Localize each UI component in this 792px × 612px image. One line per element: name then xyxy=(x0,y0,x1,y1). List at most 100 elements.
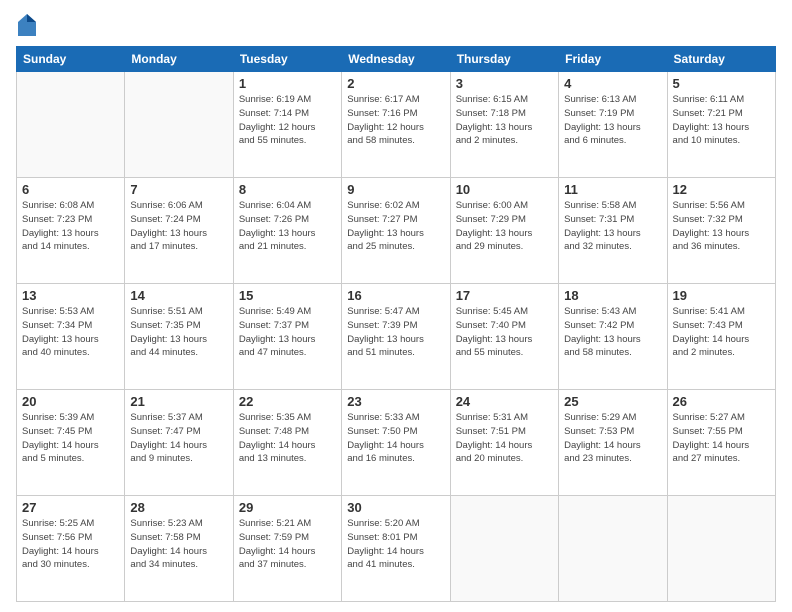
day-info-line: Sunrise: 5:53 AM xyxy=(22,305,119,319)
day-info-line: Sunrise: 6:02 AM xyxy=(347,199,444,213)
calendar-day-cell: 5Sunrise: 6:11 AMSunset: 7:21 PMDaylight… xyxy=(667,72,775,178)
day-number: 7 xyxy=(130,182,227,197)
calendar-day-cell: 28Sunrise: 5:23 AMSunset: 7:58 PMDayligh… xyxy=(125,496,233,602)
day-number: 25 xyxy=(564,394,661,409)
calendar-day-cell: 13Sunrise: 5:53 AMSunset: 7:34 PMDayligh… xyxy=(17,284,125,390)
day-info-line: Sunrise: 6:08 AM xyxy=(22,199,119,213)
day-info-line: Daylight: 14 hours xyxy=(130,439,227,453)
day-info-line: Sunrise: 5:58 AM xyxy=(564,199,661,213)
day-number: 8 xyxy=(239,182,336,197)
day-info-line: and 58 minutes. xyxy=(564,346,661,360)
day-info-line: Sunrise: 6:06 AM xyxy=(130,199,227,213)
day-info-line: Sunrise: 5:20 AM xyxy=(347,517,444,531)
calendar-day-cell: 7Sunrise: 6:06 AMSunset: 7:24 PMDaylight… xyxy=(125,178,233,284)
day-info-line: Daylight: 13 hours xyxy=(22,227,119,241)
day-info-line: Sunset: 7:34 PM xyxy=(22,319,119,333)
day-number: 24 xyxy=(456,394,553,409)
calendar-week-row: 1Sunrise: 6:19 AMSunset: 7:14 PMDaylight… xyxy=(17,72,776,178)
calendar-header-friday: Friday xyxy=(559,47,667,72)
calendar-day-cell: 2Sunrise: 6:17 AMSunset: 7:16 PMDaylight… xyxy=(342,72,450,178)
day-info-line: Daylight: 13 hours xyxy=(564,121,661,135)
day-info-line: and 32 minutes. xyxy=(564,240,661,254)
day-info-line: Sunset: 7:31 PM xyxy=(564,213,661,227)
day-info-line: Daylight: 13 hours xyxy=(673,227,770,241)
day-info-line: Sunset: 7:53 PM xyxy=(564,425,661,439)
day-info-line: Sunset: 7:58 PM xyxy=(130,531,227,545)
day-number: 11 xyxy=(564,182,661,197)
calendar-day-cell xyxy=(17,72,125,178)
calendar-day-cell: 6Sunrise: 6:08 AMSunset: 7:23 PMDaylight… xyxy=(17,178,125,284)
day-number: 4 xyxy=(564,76,661,91)
day-info-line: Daylight: 13 hours xyxy=(130,333,227,347)
day-info-line: and 2 minutes. xyxy=(673,346,770,360)
day-number: 26 xyxy=(673,394,770,409)
calendar-header-row: SundayMondayTuesdayWednesdayThursdayFrid… xyxy=(17,47,776,72)
day-info-line: and 37 minutes. xyxy=(239,558,336,572)
day-info-line: and 20 minutes. xyxy=(456,452,553,466)
calendar-day-cell: 1Sunrise: 6:19 AMSunset: 7:14 PMDaylight… xyxy=(233,72,341,178)
calendar-day-cell: 24Sunrise: 5:31 AMSunset: 7:51 PMDayligh… xyxy=(450,390,558,496)
calendar-week-row: 20Sunrise: 5:39 AMSunset: 7:45 PMDayligh… xyxy=(17,390,776,496)
day-number: 27 xyxy=(22,500,119,515)
day-info-line: and 25 minutes. xyxy=(347,240,444,254)
day-info-line: and 14 minutes. xyxy=(22,240,119,254)
day-info-line: and 41 minutes. xyxy=(347,558,444,572)
day-number: 10 xyxy=(456,182,553,197)
day-info-line: Daylight: 14 hours xyxy=(130,545,227,559)
day-info-line: Sunset: 7:26 PM xyxy=(239,213,336,227)
calendar-header-monday: Monday xyxy=(125,47,233,72)
day-number: 21 xyxy=(130,394,227,409)
calendar-day-cell: 30 Sunrise: 5:20 AMSunset: 8:01 PMDayligh… xyxy=(342,496,450,602)
day-info-line: Sunrise: 5:45 AM xyxy=(456,305,553,319)
day-info-line: Daylight: 14 hours xyxy=(347,545,444,559)
day-number: 15 xyxy=(239,288,336,303)
day-info-line: and 23 minutes. xyxy=(564,452,661,466)
day-info-line: Daylight: 13 hours xyxy=(564,333,661,347)
day-number: 20 xyxy=(22,394,119,409)
day-info-line: Daylight: 14 hours xyxy=(456,439,553,453)
day-info-line: Daylight: 14 hours xyxy=(564,439,661,453)
logo-icon xyxy=(18,14,36,36)
calendar-week-row: 13 Sunrise: 5:53 AMSunset: 7:34 PM Dayligh… xyxy=(17,284,776,390)
day-info-line: and 51 minutes. xyxy=(347,346,444,360)
day-info-line: Sunset: 8:01 PM xyxy=(347,531,444,545)
calendar-header-tuesday: Tuesday xyxy=(233,47,341,72)
day-info-line: Sunset: 7:29 PM xyxy=(456,213,553,227)
day-number: 17 xyxy=(456,288,553,303)
day-info-line: Sunrise: 5:23 AM xyxy=(130,517,227,531)
day-info-line: and 13 minutes. xyxy=(239,452,336,466)
day-info-line: and 9 minutes. xyxy=(130,452,227,466)
day-info-line: Sunset: 7:51 PM xyxy=(456,425,553,439)
day-info-line: Sunset: 7:16 PM xyxy=(347,107,444,121)
day-number: 18 xyxy=(564,288,661,303)
day-info-line: Sunset: 7:14 PM xyxy=(239,107,336,121)
day-number: 19 xyxy=(673,288,770,303)
day-number: 3 xyxy=(456,76,553,91)
day-number: 9 xyxy=(347,182,444,197)
day-info-line: Sunrise: 5:49 AM xyxy=(239,305,336,319)
calendar-day-cell: 21Sunrise: 5:37 AMSunset: 7:47 PMDayligh… xyxy=(125,390,233,496)
day-info-line: Daylight: 12 hours xyxy=(347,121,444,135)
day-info-line: Sunrise: 5:35 AM xyxy=(239,411,336,425)
day-number: 13 xyxy=(22,288,119,303)
day-info-line: Daylight: 13 hours xyxy=(239,227,336,241)
day-info-line: Daylight: 13 hours xyxy=(347,227,444,241)
calendar-day-cell: 27Sunrise: 5:25 AMSunset: 7:56 PMDayligh… xyxy=(17,496,125,602)
calendar-day-cell: 29Sunrise: 5:21 AMSunset: 7:59 PMDayligh… xyxy=(233,496,341,602)
day-info-line: Sunset: 7:27 PM xyxy=(347,213,444,227)
day-info-line: Sunset: 7:43 PM xyxy=(673,319,770,333)
day-info-line: Sunrise: 5:29 AM xyxy=(564,411,661,425)
calendar-day-cell: 11Sunrise: 5:58 AMSunset: 7:31 PMDayligh… xyxy=(559,178,667,284)
day-number: 6 xyxy=(22,182,119,197)
day-info-line: Sunrise: 6:19 AM xyxy=(239,93,336,107)
day-number: 30 xyxy=(347,500,444,515)
calendar-header-sunday: Sunday xyxy=(17,47,125,72)
day-number: 16 xyxy=(347,288,444,303)
calendar-day-cell: 25 Sunrise: 5:29 AMSunset: 7:53 PMDayligh… xyxy=(559,390,667,496)
day-number: 5 xyxy=(673,76,770,91)
day-info-line: Daylight: 14 hours xyxy=(239,545,336,559)
day-number: 12 xyxy=(673,182,770,197)
day-info-line: Sunset: 7:47 PM xyxy=(130,425,227,439)
day-info-line: and 5 minutes. xyxy=(22,452,119,466)
day-info-line: Sunset: 7:37 PM xyxy=(239,319,336,333)
